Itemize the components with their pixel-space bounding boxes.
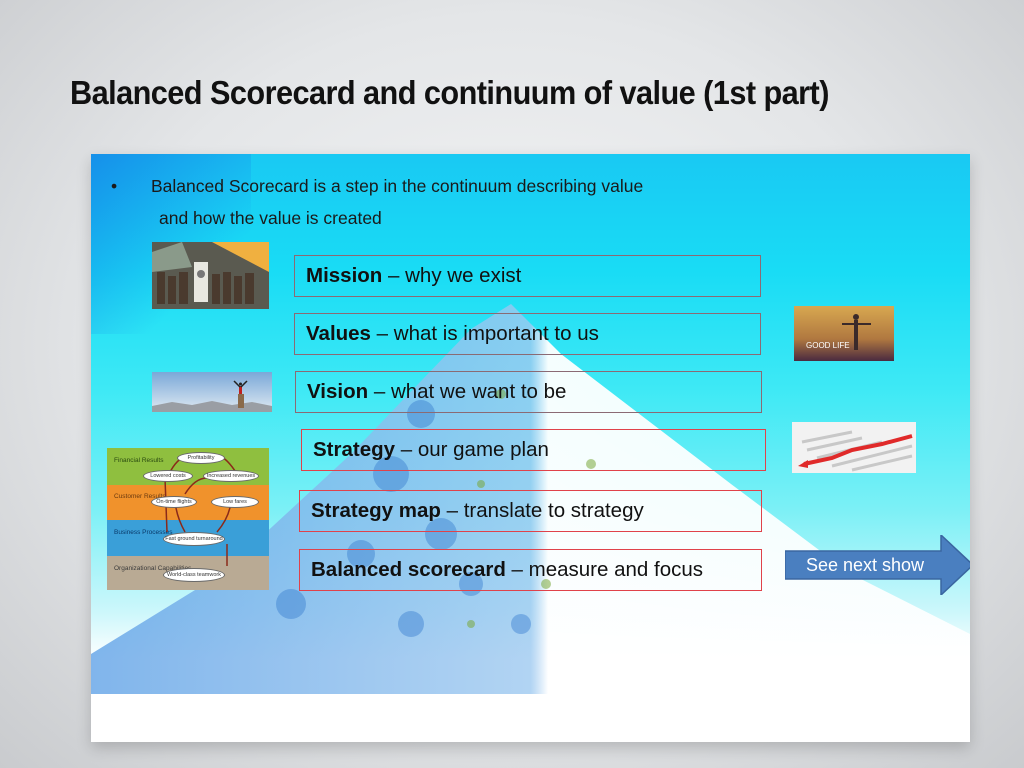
mission-photo — [152, 242, 269, 309]
level-vision: Vision – what we want to be — [295, 371, 762, 413]
bullet-text-line2: and how the value is created — [159, 208, 382, 228]
objective-increased-revenues: Increased revenues — [203, 470, 259, 482]
level-description: our game plan — [417, 438, 549, 461]
level-description: what we want to be — [390, 380, 567, 403]
objective-profitability: Profitability — [177, 452, 225, 464]
values-photo: GOOD LIFE — [794, 306, 894, 361]
person-on-summit-photo — [152, 372, 272, 412]
slide-title: Balanced Scorecard and continuum of valu… — [70, 74, 829, 111]
level-balanced-scorecard: Balanced scorecard – measure and focus — [299, 549, 762, 591]
objective-on-time-flights: On-time flights — [151, 496, 197, 508]
level-term: Strategy — [313, 438, 396, 461]
crowd-with-priest-photo — [152, 242, 269, 309]
level-description: why we exist — [405, 264, 522, 287]
level-separator: – — [370, 322, 394, 345]
level-term: Values — [306, 322, 371, 345]
strategy-map-diagram: Financial Results Customer Results Busin… — [107, 448, 269, 590]
red-arrow-maze-photo — [792, 422, 916, 473]
level-values: Values – what is important to us — [294, 313, 761, 355]
level-term: Strategy map — [311, 499, 441, 522]
level-separator: – — [382, 264, 406, 287]
objective-lowered-costs: Lowered costs — [143, 470, 193, 482]
level-term: Vision — [307, 380, 369, 403]
level-description: measure and focus — [528, 558, 704, 581]
level-separator: – — [395, 438, 418, 461]
level-strategy: Strategy – our game plan — [301, 429, 766, 471]
objective-low-fares: Low fares — [211, 496, 259, 508]
good-life-caption: GOOD LIFE — [806, 341, 850, 350]
level-description: translate to strategy — [463, 499, 644, 522]
level-mission: Mission – why we exist — [294, 255, 761, 297]
level-separator: – — [440, 499, 464, 522]
strategy-photo — [792, 422, 916, 473]
level-description: what is important to us — [393, 322, 599, 345]
vision-photo — [152, 372, 272, 412]
good-life-photo: GOOD LIFE — [794, 306, 894, 361]
level-term: Mission — [306, 264, 383, 287]
level-separator: – — [368, 380, 391, 403]
objective-world-class-teamwork: World-class teamwork — [163, 568, 225, 582]
level-term: Balanced scorecard — [311, 558, 506, 581]
level-separator: – — [505, 558, 529, 581]
level-strategy-map: Strategy map – translate to strategy — [299, 490, 762, 532]
bullet-text-line1: Balanced Scorecard is a step in the cont… — [151, 176, 644, 196]
see-next-show-label: See next show — [805, 555, 925, 575]
objective-fast-ground-turnaround: Fast ground turnaround — [163, 532, 225, 546]
see-next-show-button[interactable]: See next show — [785, 535, 970, 595]
bullet-symbol: • — [111, 176, 118, 196]
content-panel: • Balanced Scorecard is a step in the co… — [91, 154, 970, 742]
